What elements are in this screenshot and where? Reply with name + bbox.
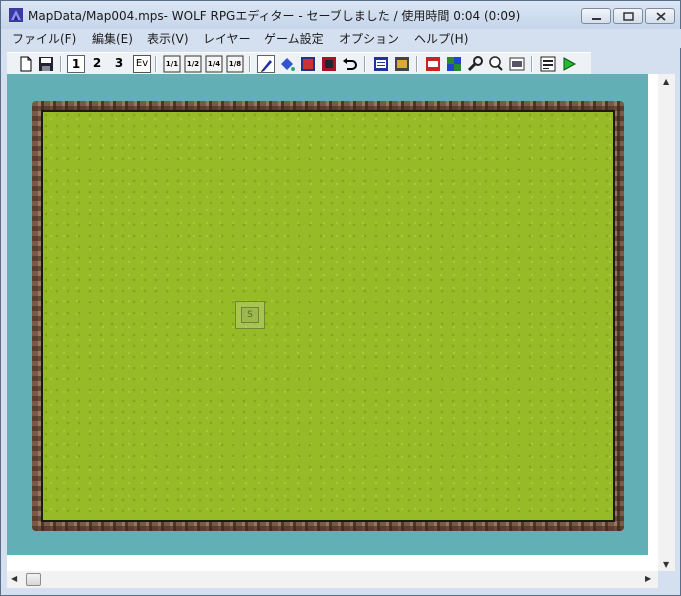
scroll-up-arrow-icon[interactable]: ▲	[663, 77, 669, 86]
rectangle-tool-icon[interactable]	[299, 55, 317, 73]
chipset-settings-icon[interactable]	[393, 55, 411, 73]
toolbar-separator	[249, 56, 251, 72]
layer-2-button[interactable]: 2	[88, 55, 106, 73]
zoom-1-2-button[interactable]: 1/2	[184, 55, 202, 73]
layer-3-label: 3	[114, 56, 124, 70]
menu-file[interactable]: ファイル(F)	[12, 30, 76, 47]
menu-help[interactable]: ヘルプ(H)	[414, 30, 468, 47]
toolbar-separator	[60, 56, 62, 72]
menu-layer[interactable]: レイヤー	[203, 30, 251, 47]
menu-options[interactable]: オプション	[339, 30, 399, 47]
save-icon[interactable]	[37, 55, 55, 73]
zoom-1-8-button[interactable]: 1/8	[226, 55, 244, 73]
menu-view[interactable]: 表示(V)	[147, 30, 189, 47]
zoom-1-4-label: 1/4	[207, 60, 221, 68]
size-grip	[658, 571, 675, 588]
menu-bar: ファイル(F) 編集(E) 表示(V) レイヤー ゲーム設定 オプション ヘルプ…	[2, 29, 681, 48]
toolbar-separator	[416, 56, 418, 72]
toolbar-separator	[364, 56, 366, 72]
fill-tool-icon[interactable]	[278, 55, 296, 73]
scroll-right-arrow-icon[interactable]: ▶	[645, 574, 651, 583]
zoom-1-8-label: 1/8	[228, 60, 242, 68]
zoom-1-1-label: 1/1	[165, 60, 179, 68]
menu-edit[interactable]: 編集(E)	[92, 30, 133, 47]
event-layer-button[interactable]: Ev	[133, 55, 151, 73]
pencil-tool-icon[interactable]	[257, 55, 275, 73]
title-bar[interactable]: MapData/Map004.mps- WOLF RPGエディター - セーブし…	[1, 1, 680, 29]
event-search-icon[interactable]	[487, 55, 505, 73]
vertical-scrollbar[interactable]: ▲ ▼	[658, 74, 675, 574]
horizontal-scroll-thumb[interactable]	[26, 573, 41, 586]
zoom-1-2-label: 1/2	[186, 60, 200, 68]
new-file-icon[interactable]	[17, 55, 35, 73]
zoom-1-1-button[interactable]: 1/1	[163, 55, 181, 73]
map-list-icon[interactable]	[539, 55, 557, 73]
minimize-button[interactable]	[581, 8, 611, 24]
zoom-1-4-button[interactable]: 1/4	[205, 55, 223, 73]
layer-1-label: 1	[71, 57, 81, 71]
editor-window: MapData/Map004.mps- WOLF RPGエディター - セーブし…	[0, 0, 681, 596]
toolbar-separator	[155, 56, 157, 72]
grass-field[interactable]	[41, 110, 615, 522]
database-icon[interactable]	[372, 55, 390, 73]
common-event-icon[interactable]	[424, 55, 442, 73]
tile-palette-icon[interactable]	[445, 55, 463, 73]
toolbar: 1 2 3 Ev 1/1 1/2 1/4 1/8	[7, 52, 591, 76]
tool-wrench-icon[interactable]	[466, 55, 484, 73]
select-copy-tool-icon[interactable]	[320, 55, 338, 73]
undo-icon[interactable]	[341, 55, 359, 73]
layer-2-label: 2	[92, 56, 102, 70]
map-canvas[interactable]: S	[7, 74, 648, 555]
scroll-down-arrow-icon[interactable]: ▼	[663, 560, 669, 569]
map-settings-icon[interactable]	[508, 55, 526, 73]
window-title: MapData/Map004.mps- WOLF RPGエディター - セーブし…	[28, 9, 521, 23]
layer-3-button[interactable]: 3	[110, 55, 128, 73]
wolf-editor-app-icon	[9, 8, 23, 22]
event-marker[interactable]: S	[235, 301, 265, 329]
maximize-button[interactable]	[613, 8, 643, 24]
event-marker-label: S	[241, 307, 259, 323]
canvas-margin-right	[648, 74, 658, 555]
close-button[interactable]	[645, 8, 675, 24]
canvas-margin-bottom	[7, 555, 658, 571]
scroll-left-arrow-icon[interactable]: ◀	[11, 574, 17, 583]
test-play-icon[interactable]	[560, 55, 578, 73]
map-area[interactable]	[32, 101, 624, 531]
event-layer-label: Ev	[135, 58, 149, 69]
toolbar-separator	[531, 56, 533, 72]
horizontal-scrollbar[interactable]: ◀ ▶	[7, 571, 658, 588]
menu-game-settings[interactable]: ゲーム設定	[264, 30, 324, 47]
layer-1-button[interactable]: 1	[67, 55, 85, 73]
